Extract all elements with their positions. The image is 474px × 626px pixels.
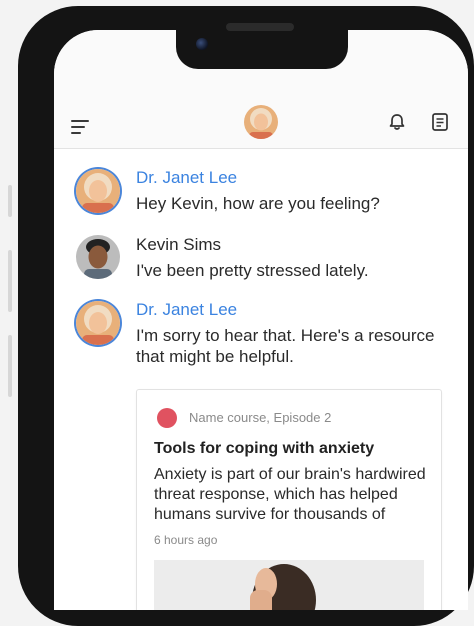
course-dot-icon [157,408,177,428]
message-text: I've been pretty stressed lately. [136,261,369,280]
resource-timestamp: 6 hours ago [154,533,218,547]
message-text: Hey Kevin, how are you feeling? [136,194,380,213]
camera-icon [196,38,208,50]
doctor-avatar[interactable] [244,105,278,139]
resource-card[interactable]: Name course, Episode 2 Tools for coping … [136,389,442,610]
notch [176,23,348,69]
patient-avatar[interactable] [76,235,120,279]
app-header [54,82,468,149]
doctor-avatar[interactable] [76,169,120,213]
sender-name: Dr. Janet Lee [136,300,238,319]
resource-title: Tools for coping with anxiety [154,440,375,457]
speaker [226,23,294,31]
sender-name: Kevin Sims [136,235,222,254]
notes-icon[interactable] [430,112,450,132]
resource-thumbnail [154,560,424,610]
resource-body: Anxiety is part of our brain's hardwired… [154,466,426,523]
message-text: I'm sorry to hear that. Here's a resourc… [136,326,435,366]
side-button [8,335,12,397]
sender-name: Dr. Janet Lee [136,168,238,187]
side-button [8,185,12,217]
side-button [8,250,12,312]
chat-screen: Dr. Janet Lee Hey Kevin, how are you fee… [54,30,468,610]
doctor-avatar[interactable] [76,301,120,345]
hamburger-menu-icon[interactable] [71,120,91,134]
phone-frame: Dr. Janet Lee Hey Kevin, how are you fee… [18,6,474,626]
bell-icon[interactable] [387,112,407,132]
course-label: Name course, Episode 2 [189,410,332,425]
